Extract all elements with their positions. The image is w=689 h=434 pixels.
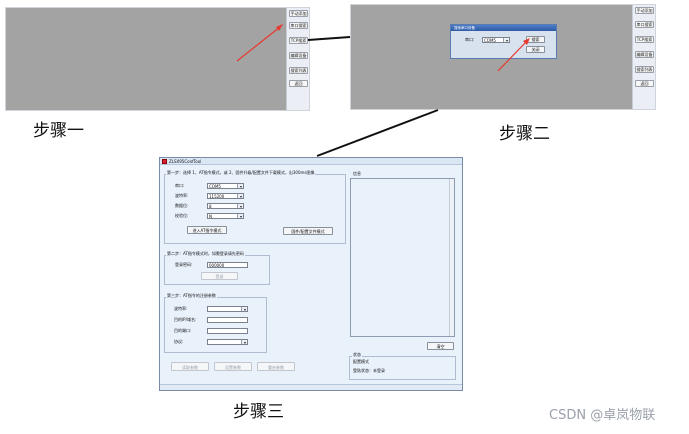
dest-port-label: 目的端口: — [174, 328, 192, 333]
chevron-down-icon — [241, 307, 247, 311]
dest-ip-label: 目的IP/域名: — [174, 317, 197, 322]
config-tool-window: ZLSX95ConfTool 第一步：选择 1、AT指令模式，或 2、固件升级/… — [159, 157, 463, 391]
protocol-select[interactable] — [207, 339, 248, 345]
serial-search-dialog: 搜索串口设备 串口: COM5 搜索 关闭 — [450, 24, 557, 59]
chevron-down-icon — [237, 184, 243, 188]
step3-heading: 第三步：AT指令的注册参数 — [166, 293, 217, 298]
window-title-bar: ZLSX95ConfTool — [160, 158, 462, 165]
connector-step2-step3 — [316, 109, 439, 157]
step2-sidebar-button[interactable]: 编辑设备 — [635, 51, 654, 58]
chevron-down-icon — [241, 340, 247, 344]
dialog-search-button[interactable]: 搜索 — [526, 36, 545, 43]
step2-sidebar-button[interactable]: TCP搜索 — [635, 36, 654, 43]
data-bits-select[interactable]: 8 — [207, 203, 244, 209]
connector-step1-step2 — [307, 36, 351, 41]
login-status: 登陆状态：未登录 — [353, 368, 385, 373]
step1-sidebar-button[interactable]: 搜索列表 — [289, 67, 308, 74]
serial-port-select[interactable]: COM5 — [207, 183, 244, 189]
chevron-down-icon — [237, 204, 243, 208]
step1-sidebar-button[interactable]: TCP搜索 — [289, 37, 308, 44]
serial-port-value: COM5 — [209, 184, 221, 189]
password-input[interactable]: 000000 — [207, 262, 248, 268]
step3-baud-label: 波特率: — [174, 306, 188, 311]
parity-label: 校验位: — [175, 213, 189, 218]
step1-sidebar: 手动添加 串口搜索 TCP搜索 编辑设备 搜索列表 返回 — [286, 8, 309, 110]
status-mode: 配置模式 — [353, 359, 369, 364]
data-bits-value: 8 — [209, 204, 212, 209]
dialog-port-value: COM5 — [484, 38, 496, 43]
step1-sidebar-button[interactable]: 编辑设备 — [289, 52, 308, 59]
baud-rate-label: 波特率: — [175, 193, 189, 198]
baud-rate-select[interactable]: 115200 — [207, 193, 244, 199]
info-textarea[interactable] — [350, 178, 455, 337]
dialog-close-button[interactable]: 关闭 — [526, 46, 545, 53]
chevron-down-icon — [237, 194, 243, 198]
watermark: CSDN @卓岚物联 — [549, 408, 656, 423]
step2-sidebar-button[interactable]: 返回 — [635, 80, 654, 87]
step3-label: 步骤三 — [233, 402, 284, 422]
dialog-port-label: 串口: — [465, 37, 475, 42]
dialog-title: 搜索串口设备 — [451, 25, 556, 31]
serial-port-label: 串口: — [175, 183, 185, 188]
dest-ip-input[interactable] — [207, 317, 248, 323]
protocol-label: 协议: — [174, 339, 184, 344]
step2-sidebar: 手动添加 串口搜索 TCP搜索 编辑设备 搜索列表 返回 — [632, 5, 655, 109]
step1-sidebar-button[interactable]: 串口搜索 — [289, 22, 308, 29]
set-params-button[interactable]: 设置参数 — [214, 362, 252, 371]
firmware-mode-button[interactable]: 固件/配置文件模式 — [283, 227, 333, 235]
info-scrollbar[interactable] — [449, 179, 454, 336]
step2-label: 步骤二 — [499, 124, 550, 144]
password-label: 登录密码: — [175, 262, 193, 267]
read-params-button[interactable]: 读取参数 — [171, 362, 209, 371]
chevron-down-icon — [503, 38, 509, 42]
login-button[interactable]: 登录 — [201, 272, 238, 280]
data-bits-label: 数据位: — [175, 203, 189, 208]
step1-screenshot: 手动添加 串口搜索 TCP搜索 编辑设备 搜索列表 返回 — [5, 7, 310, 111]
app-icon — [162, 159, 167, 164]
restart-params-button[interactable]: 重启参数 — [257, 362, 295, 371]
step2-heading: 第二步：AT指令模式时，如需登录请先密码 — [166, 251, 245, 256]
parity-select[interactable]: N — [207, 213, 244, 219]
step1-label: 步骤一 — [33, 121, 84, 141]
step2-screenshot: 搜索串口设备 串口: COM5 搜索 关闭 手动添加 串口搜索 TCP搜索 编辑… — [350, 4, 656, 110]
step2-sidebar-button[interactable]: 串口搜索 — [635, 21, 654, 28]
step1-sidebar-button[interactable]: 返回 — [289, 80, 308, 87]
step1-gray-area — [6, 8, 286, 110]
baud-rate-value: 115200 — [209, 194, 225, 199]
step2-group — [164, 255, 270, 285]
chevron-down-icon — [237, 214, 243, 218]
parity-value: N — [209, 214, 212, 219]
step3-baud-select[interactable] — [207, 306, 248, 312]
window-status-bar — [160, 384, 462, 390]
step1-sidebar-button[interactable]: 手动添加 — [289, 10, 308, 17]
window-title: ZLSX95ConfTool — [169, 159, 202, 164]
clear-button[interactable]: 清空 — [427, 342, 454, 350]
step2-sidebar-button[interactable]: 手动添加 — [635, 7, 654, 14]
step2-sidebar-button[interactable]: 搜索列表 — [635, 66, 654, 73]
info-label: 信息 — [353, 171, 361, 176]
enter-at-mode-button[interactable]: 进入AT指令模式 — [187, 226, 227, 234]
step1-heading: 第一步：选择 1、AT指令模式，或 2、固件升级/配置文件下载模式，出300ms… — [166, 170, 316, 175]
dialog-port-select[interactable]: COM5 — [482, 37, 510, 43]
status-label: 状态 — [352, 352, 362, 357]
dest-port-input[interactable] — [207, 328, 248, 334]
